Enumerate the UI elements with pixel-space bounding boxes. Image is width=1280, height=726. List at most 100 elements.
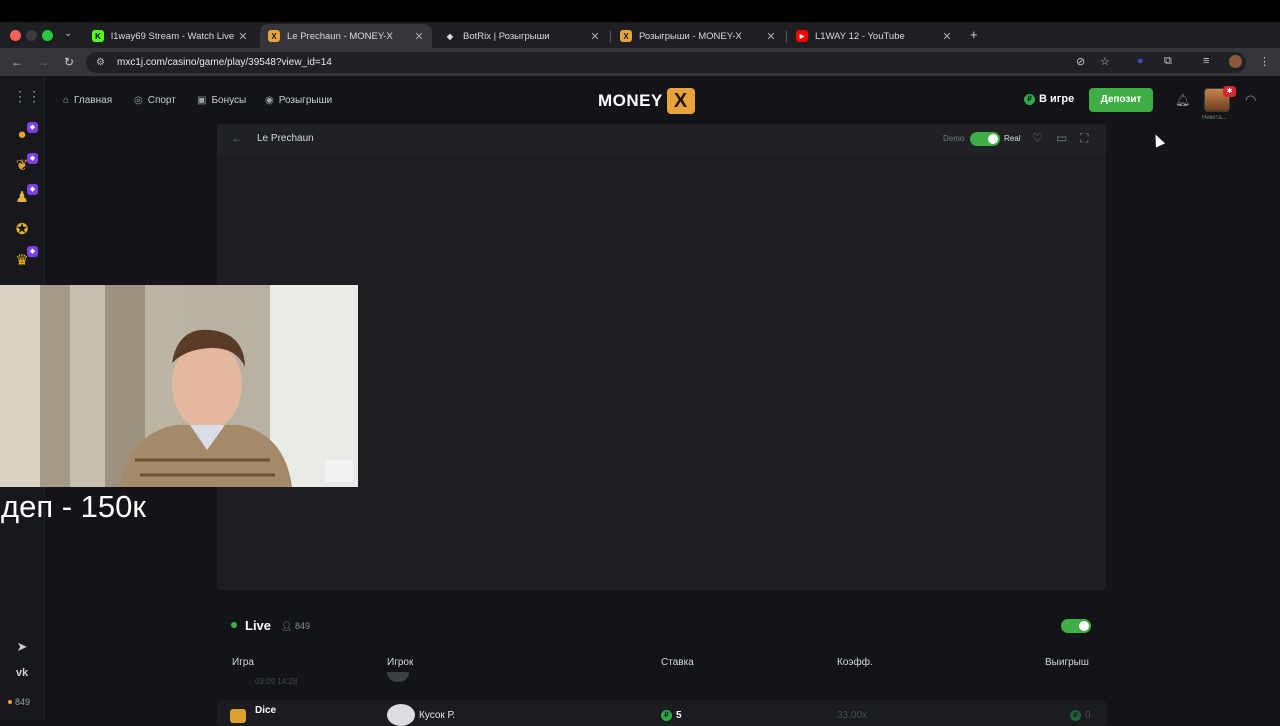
coin-icon: ₽ [1024,93,1035,105]
live-player-count: 👤︎ 849 [281,621,310,632]
extensions-puzzle-icon[interactable]: ⧉ [1164,55,1172,68]
url-text: mxc1j.com/casino/game/play/39548?view_id… [117,57,332,68]
kick-icon: K [92,30,104,42]
in-game-label: В игре [1039,93,1075,105]
tab-search-icon[interactable]: ⌄ [64,28,72,39]
deposit-button[interactable]: Депозит [1089,88,1153,112]
fullscreen-icon[interactable]: ⛶ [1080,131,1088,146]
live-dot-icon [231,622,237,628]
minimize-window-button[interactable] [26,30,37,41]
demo-real-toggle[interactable] [970,132,1000,146]
screen-top-bar [0,0,1280,22]
forward-arrow-icon[interactable]: → [37,55,49,69]
nav-bonuses[interactable]: ▣ Бонусы [197,95,246,106]
browser-tab-bar: ⌄ K l1way69 Stream - Watch Live ✕ X Le P… [0,22,1280,48]
game-title: Le Prechaun [257,133,314,144]
tab-title: BotRix | Розыгрыши [463,30,550,42]
column-header-bet: Ставка [661,657,694,668]
back-arrow-icon[interactable]: ← [11,55,23,69]
online-count: 849 [15,697,31,707]
row-player: Кусок Р. [419,710,456,721]
moneyx-logo[interactable]: MONEY X [598,88,695,114]
tab-separator [786,31,787,43]
vk-icon[interactable]: vk [13,667,31,685]
column-header-player: Игрок [387,657,414,668]
live-toggle[interactable] [1061,619,1091,633]
close-tab-icon[interactable]: ✕ [586,30,604,43]
headset-support-icon[interactable]: ◠ [1245,92,1256,108]
row-bet-value: 5 [676,710,682,721]
webcam-overlay [0,285,358,487]
demo-label: Demo [943,134,965,143]
in-game-indicator[interactable]: ₽ В игре [1024,93,1074,105]
column-header-coef: Коэфф. [837,657,873,668]
live-title: Live [245,618,272,633]
nav-sport[interactable]: ◎ Спорт [134,95,176,106]
tab-title: Розыгрыши - MONEY-X [639,30,742,42]
moneyx-icon: X [268,30,280,42]
row-bet: ₽5 [661,710,682,721]
bookmark-star-icon[interactable]: ☆ [1100,55,1110,68]
close-tab-icon[interactable]: ✕ [410,30,428,43]
close-tab-icon[interactable]: ✕ [762,30,780,43]
extension-circle-icon[interactable]: ● [1137,55,1144,67]
game-toolbar: ← Le Prechaun Demo Real ♡ ▭ ⛶ [217,124,1106,154]
dice-icon [230,709,246,723]
deposit-caption: деп - 150к [1,489,146,524]
nav-giveaways[interactable]: ◉ Розыгрыши [265,95,332,106]
row-win-value: 0 [1085,710,1091,721]
tab-title: Le Prechaun - MONEY-X [287,30,393,42]
player-avatar [387,704,415,726]
bell-icon[interactable]: 🔔︎ [1175,93,1190,107]
new-tab-icon[interactable]: + [970,27,978,42]
new-badge-icon: ◆ [27,246,38,257]
tab-le-prechaun[interactable]: X Le Prechaun - MONEY-X ✕ [260,24,432,48]
nav-label: Спорт [147,95,176,106]
username-label: Никита... [1202,115,1227,121]
row-win: ₽0 [1070,710,1091,721]
user-icon: 👤︎ [281,621,295,631]
media-control-icon[interactable]: ≡ [1203,55,1209,67]
browser-menu-icon[interactable]: ⋮ [1259,55,1270,68]
tab-botrix[interactable]: ◆ BotRix | Розыгрыши ✕ [436,24,608,48]
tab-youtube[interactable]: ▶ L1WAY 12 - YouTube ✕ [788,24,960,48]
close-tab-icon[interactable]: ✕ [938,30,956,43]
zoom-window-button[interactable] [42,30,53,41]
tab-separator [610,31,611,43]
new-badge-icon: ◆ [27,153,38,164]
real-label: Real [1004,134,1021,143]
nav-home[interactable]: ⌂ Главная [63,95,112,106]
site-settings-icon[interactable]: ⚙ [96,52,105,73]
table-row: 03.09 14:28 [217,672,1106,690]
new-badge-icon: ◆ [27,122,38,133]
url-field[interactable]: ⚙ mxc1j.com/casino/game/play/39548?view_… [86,52,1246,73]
close-window-button[interactable] [10,30,21,41]
tab-title: L1WAY 12 - YouTube [815,30,905,42]
crash-icon[interactable]: ✪ [13,220,31,238]
table-row[interactable]: Dice Кусок Р. ₽5 33.00x ₽0 [217,700,1106,726]
eye-off-icon[interactable]: ⊘ [1076,55,1085,68]
row-coef: 33.00x [837,710,868,721]
player-avatar [387,672,409,682]
home-icon: ⌂ [63,95,70,106]
telegram-icon[interactable]: ➤ [13,639,31,657]
coin-icon: ₽ [661,710,672,721]
tab-giveaways[interactable]: X Розыгрыши - MONEY-X ✕ [612,24,784,48]
live-count-value: 849 [294,621,310,631]
nav-label: Розыгрыши [278,95,333,106]
gift-icon: ▣ [197,95,207,106]
profile-avatar-icon[interactable] [1229,55,1242,68]
back-arrow-icon[interactable]: ← [231,131,243,145]
apps-grid-icon[interactable]: ⋮⋮ [13,88,41,106]
tab-kick[interactable]: K l1way69 Stream - Watch Live ✕ [84,24,256,48]
heart-icon[interactable]: ♡ [1032,131,1043,145]
reload-icon[interactable]: ↻ [64,55,74,69]
logo-text: MONEY [598,91,663,110]
browser-address-bar: ← → ↻ ⚙ mxc1j.com/casino/game/play/39548… [0,48,1280,76]
online-counter: 849 [8,697,30,707]
live-bets-section: Live 👤︎ 849 Игра Игрок Ставка Коэфф. Выи… [217,606,1106,726]
picture-in-picture-icon[interactable]: ▭ [1056,131,1067,145]
sport-icon: ◎ [134,95,143,106]
close-tab-icon[interactable]: ✕ [234,30,252,43]
moneyx-icon: X [620,30,632,42]
